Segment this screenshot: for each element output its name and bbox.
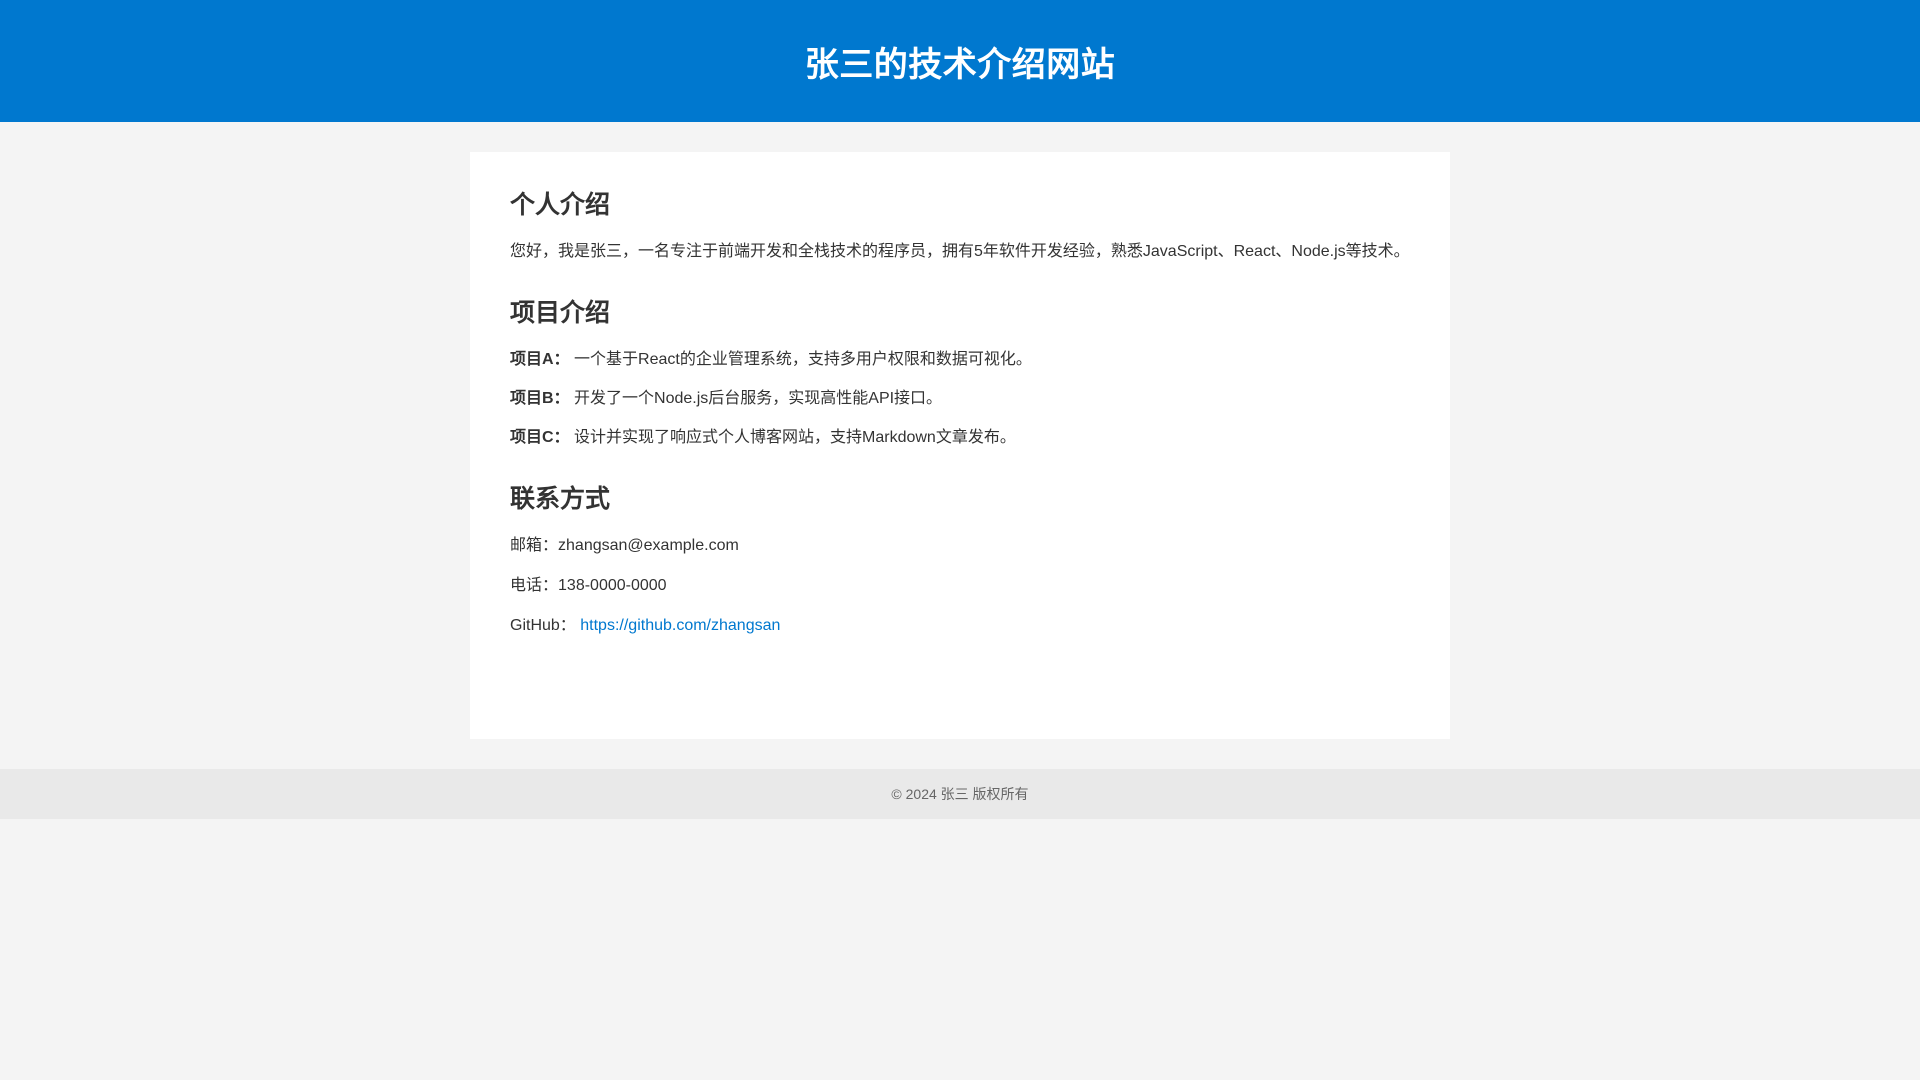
email-value: zhangsan@example.com xyxy=(558,537,739,554)
main-content-card: 个人介绍 您好，我是张三，一名专注于前端开发和全栈技术的程序员，拥有5年软件开发… xyxy=(470,152,1450,739)
contact-github: GitHub： https://github.com/zhangsan xyxy=(510,614,1410,638)
project-description: 开发了一个Node.js后台服务，实现高性能API接口。 xyxy=(574,390,943,407)
site-title: 张三的技术介绍网站 xyxy=(804,45,1116,84)
phone-value: 138-0000-0000 xyxy=(558,577,667,594)
contact-phone: 电话：138-0000-0000 xyxy=(510,574,1410,598)
project-name: 项目C： xyxy=(510,429,570,446)
email-label: 邮箱： xyxy=(510,537,559,554)
project-item-a: 项目A： 一个基于React的企业管理系统，支持多用户权限和数据可视化。 xyxy=(510,348,1410,372)
contact-section: 联系方式 邮箱：zhangsan@example.com 电话：138-0000… xyxy=(510,484,1410,638)
contact-email: 邮箱：zhangsan@example.com xyxy=(510,534,1410,558)
copyright-text: © 2024 张三 版权所有 xyxy=(891,786,1029,802)
github-label: GitHub： xyxy=(510,617,576,634)
project-name: 项目B： xyxy=(510,390,570,407)
project-description: 设计并实现了响应式个人博客网站，支持Markdown文章发布。 xyxy=(574,429,1016,446)
site-footer: © 2024 张三 版权所有 xyxy=(0,769,1920,819)
site-header: 张三的技术介绍网站 xyxy=(0,0,1920,122)
project-item-b: 项目B： 开发了一个Node.js后台服务，实现高性能API接口。 xyxy=(510,387,1410,411)
about-text: 您好，我是张三，一名专注于前端开发和全栈技术的程序员，拥有5年软件开发经验，熟悉… xyxy=(510,243,1410,260)
projects-section: 项目介绍 项目A： 一个基于React的企业管理系统，支持多用户权限和数据可视化… xyxy=(510,298,1410,450)
projects-heading: 项目介绍 xyxy=(510,299,611,327)
github-link[interactable]: https://github.com/zhangsan xyxy=(580,617,780,634)
contact-heading: 联系方式 xyxy=(510,485,611,513)
project-name: 项目A： xyxy=(510,351,570,368)
about-section: 个人介绍 您好，我是张三，一名专注于前端开发和全栈技术的程序员，拥有5年软件开发… xyxy=(510,190,1410,264)
project-description: 一个基于React的企业管理系统，支持多用户权限和数据可视化。 xyxy=(574,351,1032,368)
about-heading: 个人介绍 xyxy=(510,191,611,219)
phone-label: 电话： xyxy=(510,577,559,594)
project-item-c: 项目C： 设计并实现了响应式个人博客网站，支持Markdown文章发布。 xyxy=(510,426,1410,450)
